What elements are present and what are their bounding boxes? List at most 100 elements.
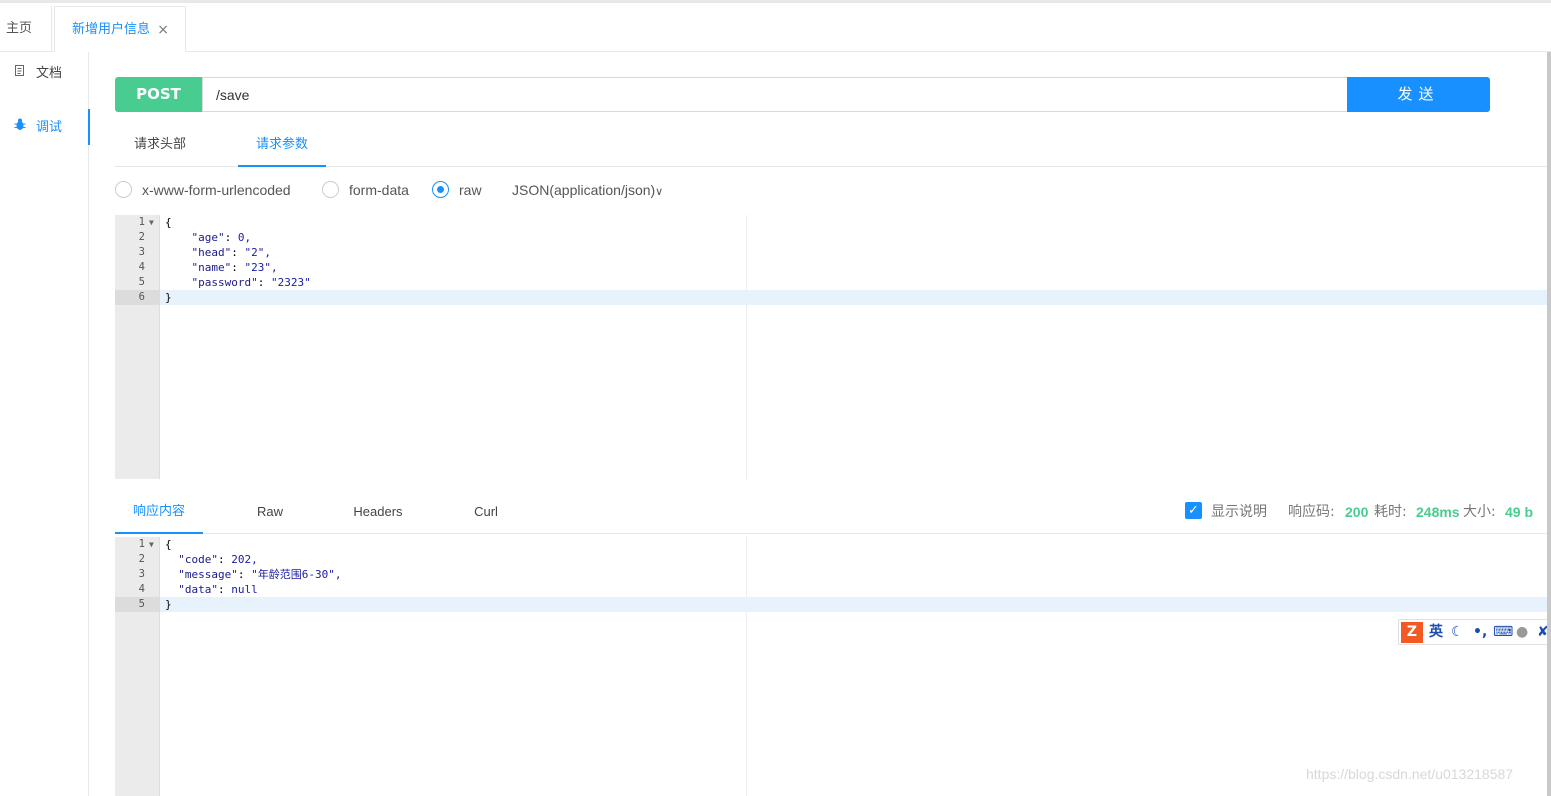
line-number: 5 bbox=[115, 597, 160, 612]
code-line: 3 "message": "年龄范围6-30", bbox=[115, 567, 1551, 582]
nav-item-doc[interactable]: 文档 bbox=[0, 55, 89, 91]
json-key: "message" bbox=[178, 568, 238, 581]
nav-label: 调试 bbox=[36, 120, 63, 135]
ime-logo: Z bbox=[1401, 622, 1423, 643]
user-icon[interactable]: ● bbox=[1516, 620, 1528, 644]
response-size: 49 b bbox=[1505, 504, 1534, 520]
line-number: 3 bbox=[138, 246, 145, 258]
close-icon[interactable]: × bbox=[157, 7, 169, 53]
json-key: "age" bbox=[191, 231, 225, 244]
code-text: "code": 202, bbox=[178, 553, 258, 566]
show-desc-checkbox[interactable]: ✓ bbox=[1185, 502, 1202, 519]
content-type-select[interactable]: JSON(application/json)∨ bbox=[512, 178, 663, 204]
line-number: 6 bbox=[115, 290, 160, 305]
status-code: 200 bbox=[1345, 504, 1369, 520]
code-text: "age": 0, bbox=[191, 231, 252, 244]
document-icon bbox=[14, 55, 28, 91]
json-key: "head" bbox=[191, 246, 232, 259]
size-label: 大小: bbox=[1463, 504, 1496, 520]
code-line: 5} bbox=[115, 597, 1551, 612]
json-value: "23", bbox=[244, 261, 278, 274]
json-value: "2", bbox=[244, 246, 272, 259]
content-type-value: JSON(application/json) bbox=[512, 182, 656, 198]
scrollbar[interactable] bbox=[1547, 52, 1551, 796]
code-line: 3 "head": "2", bbox=[115, 245, 1551, 260]
bug-icon bbox=[14, 109, 28, 145]
keyboard-icon[interactable]: ⌨ bbox=[1493, 620, 1513, 644]
fold-arrow-icon[interactable]: ▼ bbox=[149, 215, 154, 230]
tab-request-headers[interactable]: 请求头部 bbox=[115, 127, 205, 167]
code-text: { bbox=[165, 538, 172, 551]
radio-raw[interactable]: raw bbox=[432, 178, 492, 202]
code-line: 2 "age": 0, bbox=[115, 230, 1551, 245]
code-text: "password": "2323" bbox=[191, 276, 311, 289]
nav-item-debug[interactable]: 调试 bbox=[0, 109, 90, 145]
code-line: 6} bbox=[115, 290, 1551, 305]
radio-label: form-data bbox=[349, 182, 409, 198]
json-key: "code" bbox=[178, 553, 218, 566]
code-text: } bbox=[165, 291, 172, 304]
json-key: "password" bbox=[191, 276, 258, 289]
line-number: 2 bbox=[138, 553, 145, 565]
tab-bar: 主页 新增用户信息 × bbox=[0, 3, 1551, 52]
code-text: { bbox=[165, 216, 172, 229]
json-value: 0, bbox=[237, 231, 252, 244]
tab-add-user-info[interactable]: 新增用户信息 × bbox=[54, 6, 186, 52]
line-number: 3 bbox=[138, 568, 145, 580]
left-nav: 文档 调试 bbox=[0, 52, 90, 796]
code-text: "data": null bbox=[178, 583, 258, 596]
response-body-editor[interactable]: 1 ▼{2 "code": 202, 3 "message": "年龄范围6-30"… bbox=[115, 537, 1551, 796]
json-value: null bbox=[231, 583, 258, 596]
json-value: "年龄范围6-30", bbox=[251, 568, 342, 581]
code-text: "name": "23", bbox=[191, 261, 278, 274]
radio-form-data[interactable]: form-data bbox=[322, 178, 422, 202]
time-label: 耗时: bbox=[1374, 504, 1407, 520]
ime-lang[interactable]: 英 bbox=[1429, 620, 1443, 644]
tab-curl[interactable]: Curl bbox=[465, 493, 507, 534]
punctuation-icon[interactable]: •, bbox=[1473, 620, 1487, 644]
body-type-group: x-www-form-urlencoded form-data raw JSON… bbox=[115, 178, 715, 202]
tab-response-content[interactable]: 响应内容 bbox=[115, 493, 203, 534]
code-text: "head": "2", bbox=[191, 246, 272, 259]
ime-toolbar[interactable]: Z 英 ☾ •, ⌨ ● ✘ bbox=[1398, 619, 1551, 645]
response-time: 248ms bbox=[1416, 504, 1460, 520]
json-key: "name" bbox=[191, 261, 232, 274]
tab-headers[interactable]: Headers bbox=[345, 493, 411, 534]
line-number: 4 bbox=[138, 261, 145, 273]
code-text: "message": "年龄范围6-30", bbox=[178, 568, 342, 581]
line-number: 2 bbox=[138, 231, 145, 243]
radio-circle bbox=[115, 181, 132, 198]
line-number: 5 bbox=[138, 276, 145, 288]
code-line: 1 ▼{ bbox=[115, 537, 1551, 552]
tab-home[interactable]: 主页 bbox=[0, 6, 52, 52]
response-status: ✓ 显示说明 响应码: 200 耗时: 248ms 大小: 49 b bbox=[1185, 500, 1545, 524]
chevron-down-icon: ∨ bbox=[655, 186, 664, 198]
code-line: 4 "data": null bbox=[115, 582, 1551, 597]
radio-label: raw bbox=[459, 182, 482, 198]
url-input[interactable] bbox=[202, 77, 1348, 112]
radio-urlencoded[interactable]: x-www-form-urlencoded bbox=[115, 178, 315, 202]
method-badge[interactable]: POST bbox=[115, 77, 202, 112]
code-text: } bbox=[165, 598, 172, 611]
request-body-editor[interactable]: 1 ▼{2 "age": 0, 3 "head": "2", 4 "name": "2… bbox=[115, 215, 1551, 479]
json-key: "data" bbox=[178, 583, 218, 596]
radio-circle-selected bbox=[432, 181, 449, 198]
line-number: 4 bbox=[138, 583, 145, 595]
code-line: 1 ▼{ bbox=[115, 215, 1551, 230]
code-line: 4 "name": "23", bbox=[115, 260, 1551, 275]
request-tabs: 请求头部 请求参数 bbox=[115, 127, 1551, 167]
moon-icon[interactable]: ☾ bbox=[1451, 620, 1464, 644]
send-button[interactable]: 发送 bbox=[1347, 77, 1490, 112]
fold-arrow-icon[interactable]: ▼ bbox=[149, 537, 154, 552]
watermark: https://blog.csdn.net/u013218587 bbox=[1306, 766, 1514, 782]
tab-request-params[interactable]: 请求参数 bbox=[238, 127, 326, 167]
json-value: "2323" bbox=[270, 276, 311, 289]
show-desc-label: 显示说明 bbox=[1211, 504, 1267, 520]
nav-label: 文档 bbox=[36, 66, 63, 81]
tab-raw[interactable]: Raw bbox=[245, 493, 295, 534]
code-line: 2 "code": 202, bbox=[115, 552, 1551, 567]
radio-circle bbox=[322, 181, 339, 198]
json-value: 202, bbox=[231, 553, 258, 566]
code-label: 响应码: bbox=[1288, 504, 1335, 520]
radio-label: x-www-form-urlencoded bbox=[142, 182, 291, 198]
